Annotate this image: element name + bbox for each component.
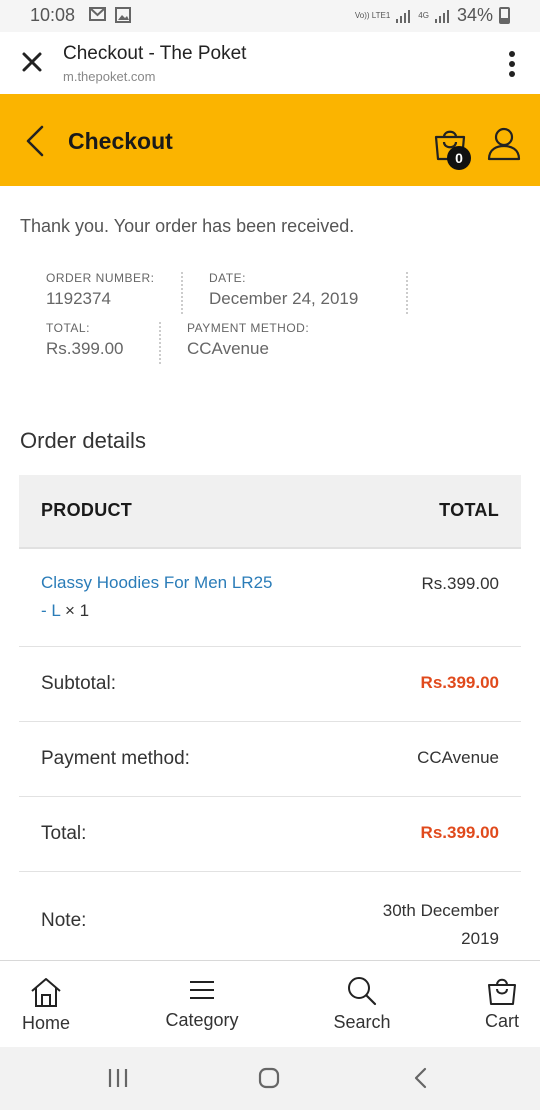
nav-search[interactable]: Search xyxy=(331,975,393,1033)
note-value-line2: 2019 xyxy=(461,929,499,948)
nav-home-label: Home xyxy=(21,1013,70,1033)
date-label: DATE: xyxy=(209,271,246,285)
signal-icon xyxy=(396,9,411,23)
cart-count-badge: 0 xyxy=(447,146,471,170)
note-value: 30th December 2019 xyxy=(383,897,499,953)
order-number-block: ORDER NUMBER: 1192374 xyxy=(46,271,155,309)
battery-icon xyxy=(499,7,510,24)
back-arrow-icon[interactable] xyxy=(22,124,48,158)
product-link[interactable]: Classy Hoodies For Men LR25 - L × 1 xyxy=(41,569,272,625)
note-label: Note: xyxy=(41,910,87,931)
bottom-navigation: Home Category Search Cart xyxy=(0,960,540,1047)
divider xyxy=(159,322,161,364)
payment-method-value: CCAvenue xyxy=(187,339,269,358)
date-value: December 24, 2019 xyxy=(209,289,359,308)
product-name-line1[interactable]: Classy Hoodies For Men LR25 xyxy=(41,573,272,592)
browser-tab-bar: Checkout - The Poket m.thepoket.com xyxy=(0,32,540,94)
product-quantity: × 1 xyxy=(60,601,90,620)
app-header: Checkout xyxy=(0,94,540,186)
shopping-bag-icon xyxy=(488,978,516,1005)
column-product: PRODUCT xyxy=(41,500,133,520)
product-cell: Classy Hoodies For Men LR25 - L × 1 xyxy=(41,569,272,625)
status-right: Vo)) LTE1 4G 34% xyxy=(355,5,510,26)
nav-home[interactable]: Home xyxy=(20,976,72,1034)
date-block: DATE: December 24, 2019 xyxy=(209,271,358,309)
subtotal-value: Rs.399.00 xyxy=(420,673,499,692)
search-icon xyxy=(348,977,377,1006)
nav-category[interactable]: Category xyxy=(162,978,242,1031)
page-title: Checkout xyxy=(68,128,173,154)
signal-icon-2 xyxy=(434,9,449,23)
menu-icon xyxy=(190,981,214,999)
total-label: TOTAL: xyxy=(46,321,90,335)
table-header: PRODUCT TOTAL xyxy=(19,475,521,549)
close-icon[interactable] xyxy=(18,48,46,76)
total-row-label: Total: xyxy=(41,823,87,844)
order-number-label: ORDER NUMBER: xyxy=(46,271,155,285)
payment-label: Payment method: xyxy=(41,748,190,769)
order-details-title: Order details xyxy=(20,428,146,453)
divider xyxy=(181,272,183,314)
table-row-subtotal: Subtotal: Rs.399.00 xyxy=(19,647,521,722)
gallery-icon xyxy=(115,7,131,23)
column-total: TOTAL xyxy=(439,500,499,520)
order-number-value: 1192374 xyxy=(46,289,111,308)
order-details-table: PRODUCT TOTAL Classy Hoodies For Men LR2… xyxy=(19,475,521,962)
user-icon[interactable] xyxy=(487,127,521,161)
total-block: TOTAL: Rs.399.00 xyxy=(46,321,124,359)
payment-value: CCAvenue xyxy=(417,748,499,767)
nav-cart[interactable]: Cart xyxy=(482,976,522,1032)
battery-percent: 34% xyxy=(456,5,493,25)
status-bar: 10:08 Vo)) LTE1 4G 34% xyxy=(0,0,540,32)
tab-title: Checkout - The Poket xyxy=(63,43,247,64)
recent-apps-icon[interactable] xyxy=(106,1066,130,1090)
home-button-icon[interactable] xyxy=(257,1066,281,1090)
tab-url: m.thepoket.com xyxy=(63,69,156,84)
volte-label: Vo)) LTE1 xyxy=(354,10,391,20)
total-row-value: Rs.399.00 xyxy=(420,823,499,842)
nav-search-label: Search xyxy=(333,1012,391,1032)
nav-cart-label: Cart xyxy=(484,1011,519,1031)
status-time: 10:08 xyxy=(30,5,76,25)
more-vert-icon[interactable] xyxy=(508,50,516,78)
thank-you-message: Thank you. Your order has been received. xyxy=(20,216,355,236)
payment-method-block: PAYMENT METHOD: CCAvenue xyxy=(187,321,309,359)
back-button-icon[interactable] xyxy=(410,1066,430,1090)
table-row-product: Classy Hoodies For Men LR25 - L × 1 Rs.3… xyxy=(19,549,521,647)
network-4g-label: 4G xyxy=(418,10,429,20)
system-navigation-bar xyxy=(0,1047,540,1110)
home-icon xyxy=(31,978,61,1007)
total-value: Rs.399.00 xyxy=(46,339,124,358)
divider xyxy=(406,272,408,314)
table-row-payment: Payment method: CCAvenue xyxy=(19,722,521,797)
payment-method-label: PAYMENT METHOD: xyxy=(187,321,310,335)
product-name-line2[interactable]: - L xyxy=(41,601,60,620)
table-row-note: Note: 30th December 2019 xyxy=(19,872,521,962)
subtotal-label: Subtotal: xyxy=(41,673,116,694)
product-total: Rs.399.00 xyxy=(421,574,500,593)
table-row-total: Total: Rs.399.00 xyxy=(19,797,521,872)
nav-category-label: Category xyxy=(165,1010,239,1030)
mail-icon xyxy=(89,7,106,21)
note-value-line1: 30th December xyxy=(382,901,499,920)
